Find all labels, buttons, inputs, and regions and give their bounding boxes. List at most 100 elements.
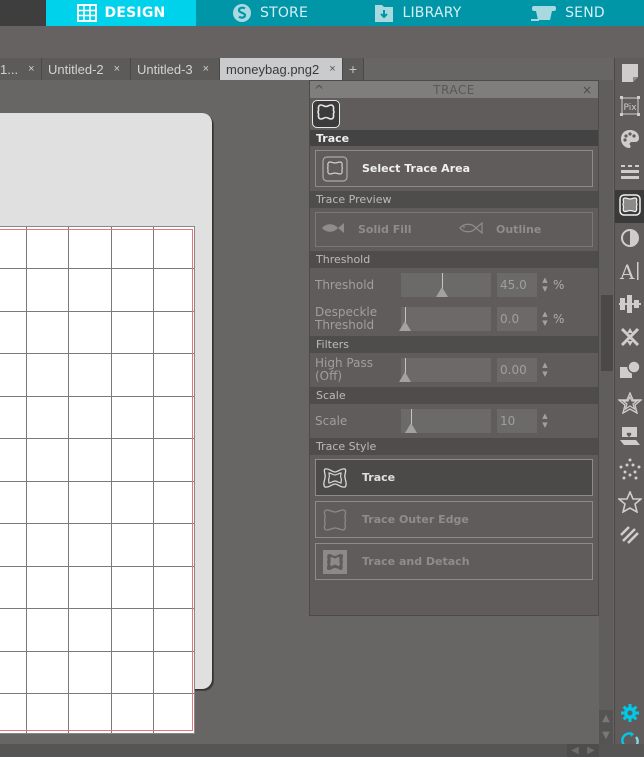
despeckle-stepper[interactable]: ▲ ▼ <box>539 307 551 331</box>
page-setup-tool-button[interactable] <box>615 58 644 91</box>
stepper-down-icon[interactable]: ▼ <box>542 370 547 379</box>
scroll-up-icon[interactable]: ▲ <box>602 713 610 724</box>
despeckle-slider[interactable] <box>399 307 491 331</box>
threshold-input[interactable]: 45.0 <box>497 273 537 297</box>
text-style-icon: A <box>619 260 641 286</box>
slider-thumb[interactable] <box>435 287 448 297</box>
slider-thumb[interactable] <box>399 321 411 331</box>
stepper-down-icon[interactable]: ▼ <box>542 285 547 294</box>
sketch-tool-button[interactable] <box>615 421 644 454</box>
select-trace-area-button[interactable]: Select Trace Area <box>315 150 593 187</box>
doc-tab[interactable]: Untitled-3 × <box>131 58 220 80</box>
threshold-row: Threshold 45.0 ▲ ▼ % <box>310 268 598 302</box>
scale-slider[interactable] <box>401 409 491 433</box>
trace-button[interactable]: Trace <box>315 459 593 496</box>
trace-style-body: Trace Trace Outer Edge Trace and Detach <box>310 455 598 582</box>
trace-shape-icon <box>316 102 336 126</box>
stepper-down-icon[interactable]: ▼ <box>542 421 547 430</box>
stepper-down-icon[interactable]: ▼ <box>542 319 547 328</box>
tab-store[interactable]: STORE <box>196 0 344 26</box>
tab-design-label: DESIGN <box>104 5 166 21</box>
replicate-tool-button[interactable] <box>615 322 644 355</box>
modify-tool-button[interactable] <box>615 355 644 388</box>
text-style-tool-button[interactable]: A <box>615 256 644 289</box>
stepper-up-icon[interactable]: ▲ <box>542 412 547 421</box>
add-tab-button[interactable]: + <box>343 58 364 80</box>
scroll-right-icon[interactable]: ▶ <box>587 745 595 756</box>
tab-design[interactable]: DESIGN <box>46 0 196 26</box>
stepper-up-icon[interactable]: ▲ <box>542 361 547 370</box>
svg-text:A: A <box>619 260 635 282</box>
high-pass-input[interactable]: 0.00 <box>497 358 537 382</box>
stepper-up-icon[interactable]: ▲ <box>542 276 547 285</box>
trace-preview-body: Solid Fill Outline <box>310 208 598 251</box>
modify-icon <box>619 359 641 384</box>
tab-store-label: STORE <box>259 5 309 21</box>
scroll-left-icon[interactable]: ◀ <box>571 745 579 756</box>
panel-title: TRACE <box>433 82 475 97</box>
doc-tab[interactable]: 1... × <box>0 58 42 80</box>
close-icon[interactable]: × <box>203 63 209 75</box>
despeckle-row: Despeckle Threshold 0.0 ▲ ▼ % <box>310 302 598 336</box>
trace-tool-button[interactable] <box>615 190 644 223</box>
star-favorites-tool-button[interactable] <box>615 487 644 520</box>
fish-solid-icon <box>320 221 348 238</box>
doc-tab[interactable]: Untitled-2 × <box>42 58 131 80</box>
scrollbar-thumb[interactable] <box>601 295 613 371</box>
filters-body: High Pass (Off) 0.00 ▲ ▼ <box>310 353 598 387</box>
doc-tab-label: 1... <box>0 61 19 77</box>
cutter-icon <box>531 4 557 22</box>
trace-and-detach-button[interactable]: Trace and Detach <box>315 543 593 580</box>
pixscan-tool-button[interactable]: Pix <box>615 91 644 124</box>
high-pass-slider[interactable] <box>399 358 491 382</box>
scale-stepper[interactable]: ▲ ▼ <box>539 409 551 433</box>
doc-tab-active[interactable]: moneybag.png2 × <box>220 58 343 80</box>
scroll-down-icon[interactable]: ▼ <box>602 730 610 741</box>
vertical-scrollbar[interactable]: ▲ ▼ <box>599 80 613 744</box>
close-icon[interactable]: × <box>582 83 594 97</box>
tab-library[interactable]: LIBRARY <box>344 0 492 26</box>
tab-send[interactable]: SEND <box>492 0 644 26</box>
align-tool-button[interactable] <box>615 289 644 322</box>
trace-outer-edge-icon <box>322 507 348 533</box>
threshold-slider[interactable] <box>401 273 491 297</box>
slider-thumb[interactable] <box>404 423 417 433</box>
close-icon[interactable]: × <box>329 63 335 75</box>
trace-tab-button[interactable] <box>312 100 340 128</box>
collapse-icon[interactable]: ^ <box>314 83 326 97</box>
knife-eraser-icon <box>619 525 641 549</box>
document-tabs: 1... × Untitled-2 × Untitled-3 × moneyba… <box>0 58 364 80</box>
page-setup-icon <box>621 63 639 87</box>
stepper-up-icon[interactable]: ▲ <box>542 310 547 319</box>
svg-text:Pix: Pix <box>623 103 637 113</box>
panel-title-bar[interactable]: ^ TRACE × <box>310 81 598 98</box>
close-icon[interactable]: × <box>28 63 34 75</box>
high-pass-row: High Pass (Off) 0.00 ▲ ▼ <box>310 353 598 387</box>
high-pass-stepper[interactable]: ▲ ▼ <box>539 358 551 382</box>
trace-and-detach-icon <box>322 549 348 575</box>
knife-eraser-tool-button[interactable] <box>615 520 644 553</box>
trace-outer-edge-button[interactable]: Trace Outer Edge <box>315 501 593 538</box>
threshold-body: Threshold 45.0 ▲ ▼ % Despeckle Threshold … <box>310 268 598 336</box>
scale-input[interactable]: 10 <box>497 409 537 433</box>
mat-grid <box>0 226 195 734</box>
solid-fill-option[interactable]: Solid Fill <box>316 221 454 238</box>
rhinestone-icon <box>619 458 641 484</box>
section-threshold: Threshold <box>310 251 598 268</box>
despeckle-input[interactable]: 0.0 <box>497 307 537 331</box>
gear-icon[interactable] <box>620 703 640 727</box>
despeckle-unit: % <box>553 312 565 326</box>
grid-icon <box>76 4 97 22</box>
doc-tab-label: moneybag.png2 <box>226 61 320 77</box>
close-icon[interactable]: × <box>114 63 120 75</box>
line-style-tool-button[interactable] <box>615 157 644 190</box>
outline-option[interactable]: Outline <box>454 221 592 238</box>
star-favorites-icon <box>616 489 644 517</box>
rhinestone-tool-button[interactable] <box>615 454 644 487</box>
transparency-tool-button[interactable] <box>615 223 644 256</box>
horizontal-scrollbar[interactable]: ◀ ▶ <box>0 744 644 757</box>
offset-tool-button[interactable] <box>615 388 644 421</box>
fill-palette-tool-button[interactable] <box>615 124 644 157</box>
slider-thumb[interactable] <box>399 372 411 382</box>
threshold-stepper[interactable]: ▲ ▼ <box>539 273 551 297</box>
